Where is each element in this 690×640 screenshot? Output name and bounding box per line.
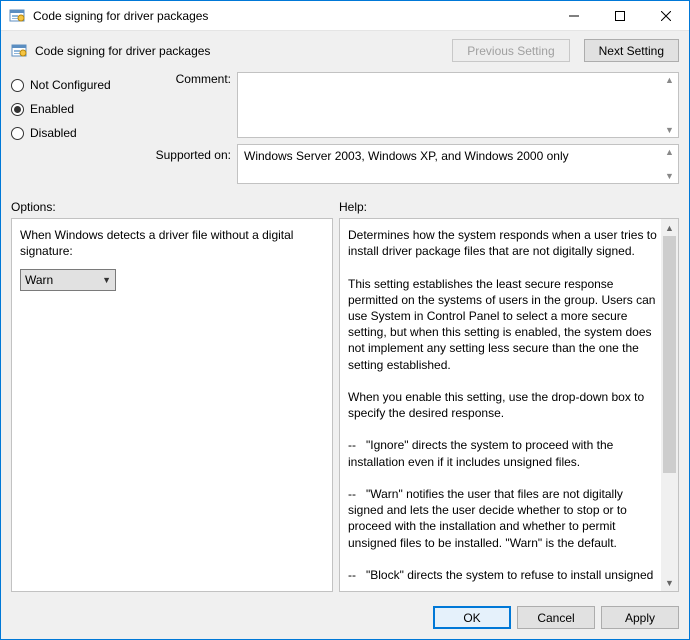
chevron-up-icon[interactable]: ▲ [661,145,678,159]
options-prompt: When Windows detects a driver file witho… [20,227,324,259]
dialog-footer: OK Cancel Apply [1,598,689,639]
chevron-down-icon: ▼ [102,275,111,285]
header-row: Code signing for driver packages Previou… [1,31,689,72]
chevron-down-icon[interactable]: ▼ [661,169,678,183]
page-title: Code signing for driver packages [35,44,438,58]
help-panel: Determines how the system responds when … [339,218,679,592]
help-scrollbar[interactable]: ▲ ▼ [661,219,678,591]
settings-area: Not Configured Enabled Disabled Comment:… [1,72,689,196]
titlebar: Code signing for driver packages [1,1,689,31]
previous-setting-button[interactable]: Previous Setting [452,39,569,62]
comment-value [238,73,678,81]
section-labels: Options: Help: [1,196,689,218]
chevron-up-icon[interactable]: ▲ [661,219,678,236]
comment-label: Comment: [137,72,237,86]
signature-action-select[interactable]: Warn ▼ [20,269,116,291]
ok-button[interactable]: OK [433,606,511,629]
chevron-down-icon[interactable]: ▼ [661,574,678,591]
chevron-down-icon[interactable]: ▼ [661,123,678,137]
panels: When Windows detects a driver file witho… [1,218,689,598]
radio-label: Enabled [30,102,74,116]
select-value: Warn [25,273,53,287]
cancel-button[interactable]: Cancel [517,606,595,629]
state-radio-group: Not Configured Enabled Disabled [11,72,131,190]
app-icon [9,8,25,24]
radio-icon [11,103,24,116]
dialog-window: Code signing for driver packages Code si… [0,0,690,640]
apply-button[interactable]: Apply [601,606,679,629]
supported-on-text: Windows Server 2003, Windows XP, and Win… [238,145,678,167]
minimize-button[interactable] [551,1,597,31]
help-label: Help: [339,200,679,214]
supported-row: Supported on: Windows Server 2003, Windo… [137,144,679,184]
options-label: Options: [11,200,339,214]
options-panel: When Windows detects a driver file witho… [11,218,333,592]
radio-not-configured[interactable]: Not Configured [11,78,131,92]
radio-label: Not Configured [30,78,111,92]
window-title: Code signing for driver packages [33,9,551,23]
comment-input[interactable]: ▲ ▼ [237,72,679,138]
supported-label: Supported on: [137,144,237,162]
radio-enabled[interactable]: Enabled [11,102,131,116]
maximize-button[interactable] [597,1,643,31]
policy-icon [11,43,27,59]
radio-icon [11,79,24,92]
chevron-up-icon[interactable]: ▲ [661,73,678,87]
radio-label: Disabled [30,126,77,140]
close-button[interactable] [643,1,689,31]
next-setting-button[interactable]: Next Setting [584,39,679,62]
radio-icon [11,127,24,140]
radio-disabled[interactable]: Disabled [11,126,131,140]
supported-on-box: Windows Server 2003, Windows XP, and Win… [237,144,679,184]
comment-row: Comment: ▲ ▼ [137,72,679,138]
scroll-track[interactable] [661,236,678,574]
scroll-thumb[interactable] [663,236,676,473]
help-text: Determines how the system responds when … [348,227,658,583]
